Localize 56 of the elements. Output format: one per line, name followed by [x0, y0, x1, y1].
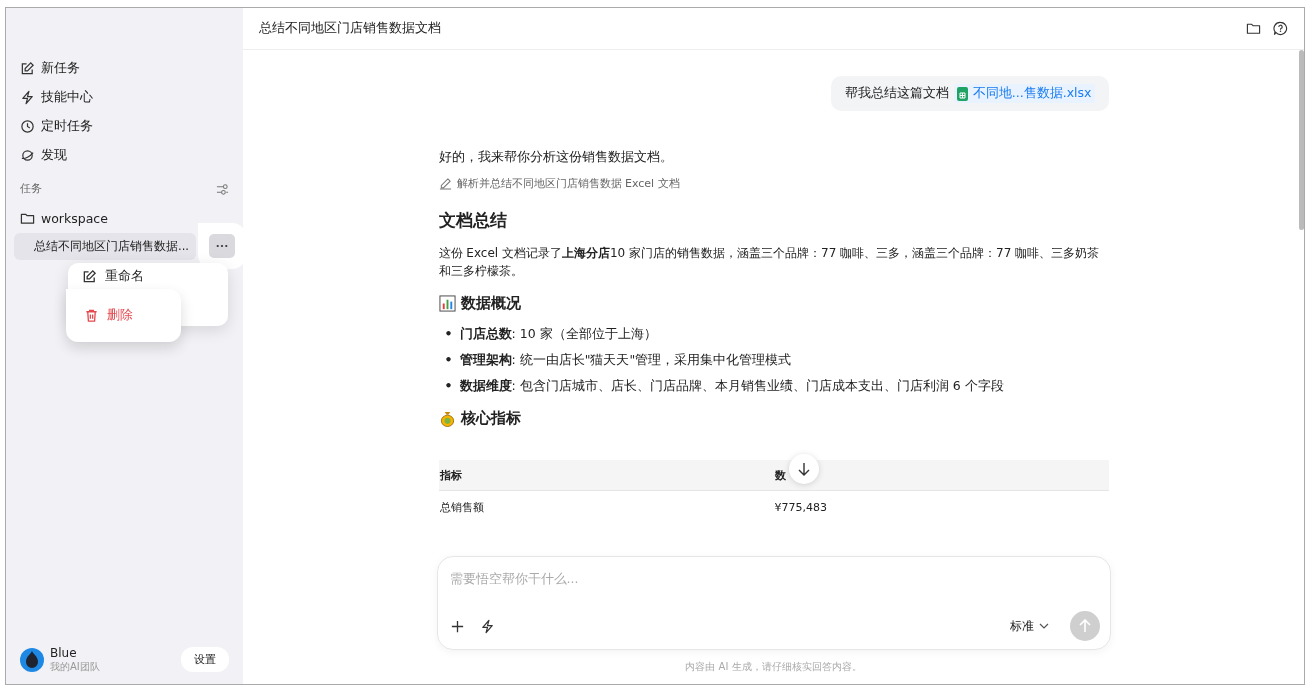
- help-icon[interactable]: [1273, 21, 1288, 36]
- workspace-item[interactable]: workspace: [14, 204, 235, 233]
- step-text: 解析并总结不同地区门店销售数据 Excel 文档: [456, 176, 680, 191]
- user-subtitle: 我的AI团队: [50, 660, 100, 672]
- nav-item[interactable]: 新任务: [14, 54, 235, 83]
- section-heading: 数据概况: [460, 294, 521, 313]
- arrow-up-icon: [1077, 619, 1092, 633]
- menu-item[interactable]: 重命名: [68, 263, 228, 289]
- spreadsheet-icon: [956, 86, 968, 101]
- bullet-text: 门店总数: 10 家（全部位于上海）: [459, 325, 657, 343]
- plus-icon[interactable]: [449, 618, 465, 634]
- filter-icon[interactable]: [216, 182, 229, 196]
- message-input[interactable]: 需要悟空帮你干什么...: [449, 569, 1100, 588]
- more-icon: [216, 244, 228, 248]
- task-item[interactable]: 总结不同地区门店销售数据...: [14, 233, 196, 260]
- settings-button[interactable]: 设置: [181, 647, 229, 672]
- pencil-icon: [438, 177, 452, 190]
- planet-icon: [20, 148, 35, 163]
- bar-chart-icon: [438, 295, 456, 312]
- section-heading: 核心指标: [460, 409, 521, 428]
- menu-item[interactable]: 删除: [66, 289, 181, 342]
- trash-icon: [84, 308, 99, 323]
- nav-item[interactable]: 技能中心: [14, 83, 235, 112]
- summary-paragraph: 这份 Excel 文档记录了上海分店10 家门店的销售数据，涵盖三个品牌：77 咖啡、三多，涵盖三个品牌：77 咖啡、三多奶茶和三多柠檬茶。: [438, 245, 1101, 280]
- table-cell: ¥775,483: [773, 490, 1109, 523]
- mode-dropdown[interactable]: 标准: [1003, 616, 1055, 636]
- bullet-text: 管理架构: 统一由店长"猫天天"管理，采用集中化管理模式: [459, 351, 792, 369]
- reply-intro: 好的，我来帮你分析这份销售数据文档。: [438, 149, 674, 166]
- task-title: 总结不同地区门店销售数据...: [34, 239, 189, 254]
- bullet-marker: •: [444, 377, 453, 395]
- column-header: 指标: [439, 468, 462, 482]
- message-text: 帮我总结这篇文档: [844, 85, 949, 102]
- clock-icon: [20, 119, 35, 134]
- bullet-text: 数据维度: 包含门店城市、店长、门店品牌、本月销售业绩、门店成本支出、门店利润 6 个字段: [459, 377, 1004, 395]
- chevron-down-icon: [1038, 623, 1049, 629]
- bullet-marker: •: [444, 351, 453, 369]
- edit-icon: [82, 268, 97, 284]
- chat-title: 总结不同地区门店销售数据文档: [259, 20, 441, 37]
- table-cell: 总销售额: [438, 490, 774, 523]
- disclaimer-text: 内容由 AI 生成，请仔细核实回答内容。: [685, 660, 862, 674]
- attachment-name: 不同地...售数据.xlsx: [972, 85, 1092, 102]
- avatar-icon[interactable]: [20, 647, 44, 672]
- lightning-icon: [20, 90, 35, 105]
- folder-icon: [20, 211, 35, 226]
- folder-icon[interactable]: [1246, 21, 1261, 36]
- nav-item[interactable]: 发现: [14, 141, 235, 170]
- bullet-marker: •: [444, 325, 453, 343]
- nav-item[interactable]: 定时任务: [14, 112, 235, 141]
- user-name: Blue: [50, 647, 78, 661]
- section-heading: 文档总结: [438, 209, 508, 232]
- column-header: 数: [774, 468, 786, 482]
- edit-icon: [20, 61, 35, 76]
- file-attachment[interactable]: 不同地...售数据.xlsx: [953, 84, 1095, 103]
- arrow-down-icon: [796, 462, 811, 476]
- lightning-icon[interactable]: [479, 618, 495, 634]
- section-label: 任务: [20, 182, 42, 196]
